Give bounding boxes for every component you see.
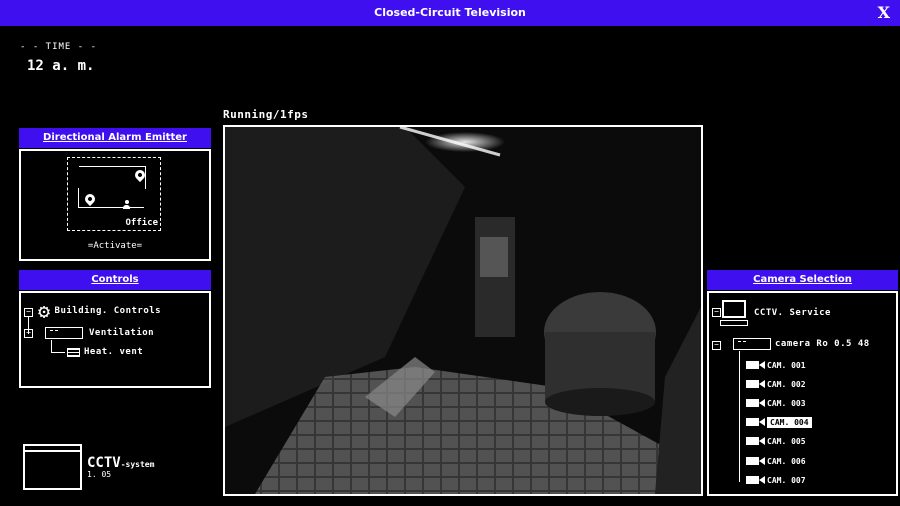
- camera-icon: [746, 399, 765, 407]
- vent-icon: [67, 347, 80, 357]
- camera-item-001[interactable]: CAM. 001: [746, 358, 806, 372]
- tree-item-ventilation[interactable]: Ventilation: [45, 327, 154, 339]
- tree-item-label: Heat. vent: [84, 347, 144, 357]
- camera-item-004[interactable]: CAM. 004: [746, 415, 812, 429]
- controls-panel: − ⚙ Building. Controls − Ventilation Hea…: [19, 291, 211, 388]
- activate-button[interactable]: =Activate=: [21, 241, 209, 251]
- camera-label: CAM. 003: [767, 398, 806, 408]
- alarm-map[interactable]: Office: [67, 157, 161, 231]
- tree-item-building-controls[interactable]: ⚙ Building. Controls: [38, 299, 162, 323]
- camera-item-005[interactable]: CAM. 005: [746, 434, 806, 448]
- tree-line: [739, 351, 740, 482]
- tree-item-camera-group[interactable]: camera Ro 0.5 48: [733, 338, 870, 350]
- tree-line: [51, 352, 65, 353]
- camera-item-003[interactable]: CAM. 003: [746, 396, 806, 410]
- system-suffix: -system: [120, 460, 155, 469]
- collapse-toggle-icon[interactable]: −: [24, 308, 33, 317]
- camera-label: CAM. 001: [767, 360, 806, 370]
- tree-item-label: CCTV. Service: [754, 308, 831, 318]
- system-name: CCTV-system: [87, 455, 154, 471]
- camera-icon: [746, 457, 765, 465]
- collapse-toggle-icon[interactable]: −: [24, 329, 33, 338]
- camera-icon: [746, 361, 765, 369]
- viewer-status: Running/1fps: [223, 108, 309, 121]
- tree-item-cctv-service[interactable]: CCTV. Service: [720, 300, 831, 326]
- camera-icon: [746, 476, 765, 484]
- camera-icon: [746, 418, 765, 426]
- tree-item-label: camera Ro 0.5 48: [775, 339, 870, 349]
- camera-label: CAM. 006: [767, 456, 806, 466]
- camera-item-002[interactable]: CAM. 002: [746, 377, 806, 391]
- person-icon: [123, 200, 130, 209]
- title-bar: Closed-Circuit Television X: [0, 0, 900, 26]
- camera-icon: [746, 380, 765, 388]
- camera-label: CAM. 004: [767, 416, 812, 428]
- camera-feed-image: [225, 127, 701, 494]
- collapse-toggle-icon[interactable]: −: [712, 341, 721, 350]
- alarm-panel-header[interactable]: Directional Alarm Emitter: [19, 128, 211, 148]
- device-icon: [45, 327, 83, 339]
- gear-icon: ⚙: [38, 299, 51, 323]
- tree-item-label: Building. Controls: [54, 306, 162, 316]
- camera-panel-header[interactable]: Camera Selection: [707, 270, 898, 290]
- alarm-panel: Office =Activate=: [19, 149, 211, 261]
- device-icon: [733, 338, 771, 350]
- controls-panel-header[interactable]: Controls: [19, 270, 211, 290]
- time-label: - - TIME - -: [20, 42, 98, 52]
- map-room-label: Office: [125, 218, 158, 228]
- camera-item-007[interactable]: CAM. 007: [746, 473, 806, 487]
- time-value: 12 a. m.: [27, 58, 95, 74]
- camera-label: CAM. 005: [767, 436, 806, 446]
- monitor-icon: [720, 300, 748, 326]
- system-name-text: CCTV: [87, 455, 121, 471]
- camera-label: CAM. 007: [767, 475, 806, 485]
- tree-item-label: Ventilation: [89, 328, 155, 338]
- window-title: Closed-Circuit Television: [374, 6, 526, 19]
- tree-item-heat-vent[interactable]: Heat. vent: [67, 347, 143, 357]
- camera-item-006[interactable]: CAM. 006: [746, 454, 806, 468]
- close-button[interactable]: X: [878, 3, 890, 22]
- camera-label: CAM. 002: [767, 379, 806, 389]
- window-icon: [23, 444, 82, 490]
- camera-feed: [223, 125, 703, 496]
- tree-line: [51, 340, 52, 352]
- system-version: 1. 05: [87, 470, 112, 479]
- camera-icon: [746, 437, 765, 445]
